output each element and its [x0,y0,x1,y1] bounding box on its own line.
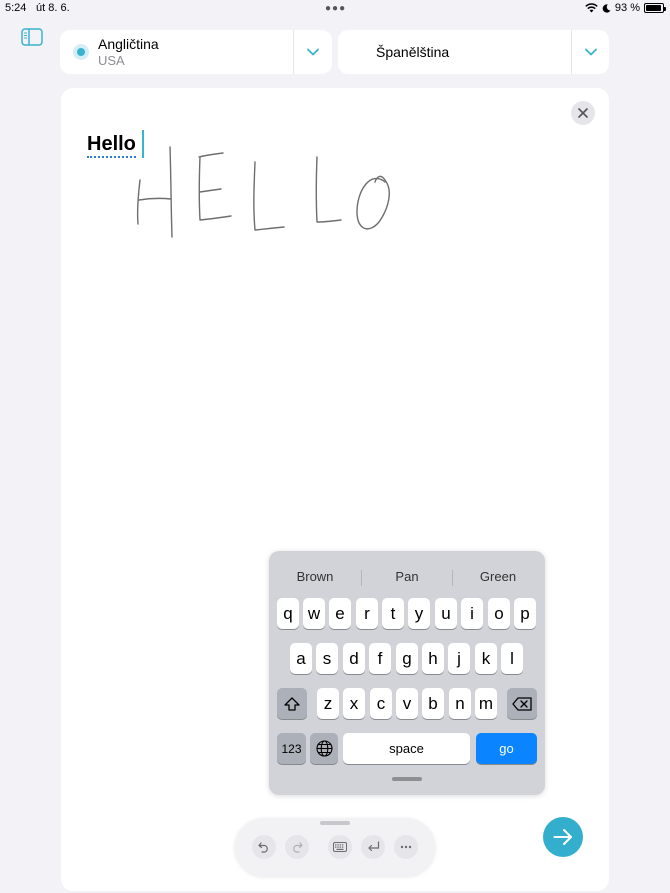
source-language-name: Angličtina [98,36,159,52]
chevron-down-icon[interactable] [303,42,323,62]
active-language-indicator-icon [73,44,89,60]
status-time: 5:24 [5,2,27,14]
key-t[interactable]: t [382,598,404,629]
key-e[interactable]: e [329,598,351,629]
key-h[interactable]: h [422,643,444,674]
key-w[interactable]: w [303,598,325,629]
divider [293,30,294,74]
handwriting-toolbar [235,818,435,876]
undo-button[interactable] [252,835,276,859]
delete-key[interactable] [507,688,537,719]
key-f[interactable]: f [369,643,391,674]
floating-keyboard[interactable]: Brown Pan Green q w e r t y u i o p a s … [269,551,545,795]
key-y[interactable]: y [408,598,430,629]
key-z[interactable]: z [317,688,339,719]
key-c[interactable]: c [370,688,392,719]
status-bar: 5:24 út 8. 6. ●●● 93 % [0,0,670,18]
globe-key[interactable] [310,733,338,764]
key-m[interactable]: m [475,688,497,719]
key-u[interactable]: u [435,598,457,629]
key-n[interactable]: n [449,688,471,719]
key-l[interactable]: l [501,643,523,674]
keyboard-drag-handle[interactable] [392,777,422,781]
undo-icon [258,842,268,853]
key-g[interactable]: g [396,643,418,674]
close-button[interactable] [571,101,595,125]
divider [571,30,572,74]
key-o[interactable]: o [488,598,510,629]
key-i[interactable]: i [461,598,483,629]
source-language-region: USA [98,53,125,68]
key-q[interactable]: q [277,598,299,629]
numbers-key[interactable]: 123 [277,733,306,764]
key-j[interactable]: j [448,643,470,674]
more-icon [400,845,412,849]
toolbar-drag-handle[interactable] [320,821,350,825]
more-button[interactable] [394,835,418,859]
status-indicators: 93 % [585,2,666,14]
key-d[interactable]: d [343,643,365,674]
go-key[interactable]: go [476,733,537,764]
globe-icon [315,740,333,757]
sidebar-toggle-icon[interactable] [21,28,43,46]
key-a[interactable]: a [290,643,312,674]
return-icon [367,841,379,852]
wifi-icon [585,3,598,13]
key-p[interactable]: p [514,598,536,629]
redo-button[interactable] [285,835,309,859]
keyboard-toggle-button[interactable] [328,835,352,859]
multitasking-dots-icon[interactable]: ●●● [325,3,346,14]
battery-percentage: 93 % [614,2,640,14]
battery-icon [644,3,666,13]
key-k[interactable]: k [475,643,497,674]
status-date: út 8. 6. [36,2,70,14]
target-language-picker[interactable]: Španělština [338,30,609,74]
keyboard-icon [333,842,347,852]
redo-icon [293,842,303,853]
translate-button[interactable] [543,817,583,857]
chevron-down-icon[interactable] [581,42,601,62]
moon-icon [602,3,611,13]
suggestion-bar: Brown Pan Green [269,561,545,591]
close-icon [578,108,588,118]
suggestion-item[interactable]: Green [452,569,544,584]
key-s[interactable]: s [316,643,338,674]
return-button[interactable] [361,835,385,859]
key-v[interactable]: v [396,688,418,719]
target-language-name: Španělština [376,44,450,60]
shift-icon [284,696,300,711]
battery-level [646,5,661,11]
suggestion-item[interactable]: Brown [269,569,361,584]
source-language-picker[interactable]: Angličtina USA [60,30,332,74]
backspace-icon [512,696,532,711]
key-r[interactable]: r [356,598,378,629]
key-b[interactable]: b [422,688,444,719]
space-key[interactable]: space [343,733,470,764]
key-x[interactable]: x [343,688,365,719]
shift-key[interactable] [277,688,307,719]
handwriting-strokes-icon [136,146,390,238]
suggestion-item[interactable]: Pan [361,569,453,584]
arrow-right-icon [553,829,572,845]
